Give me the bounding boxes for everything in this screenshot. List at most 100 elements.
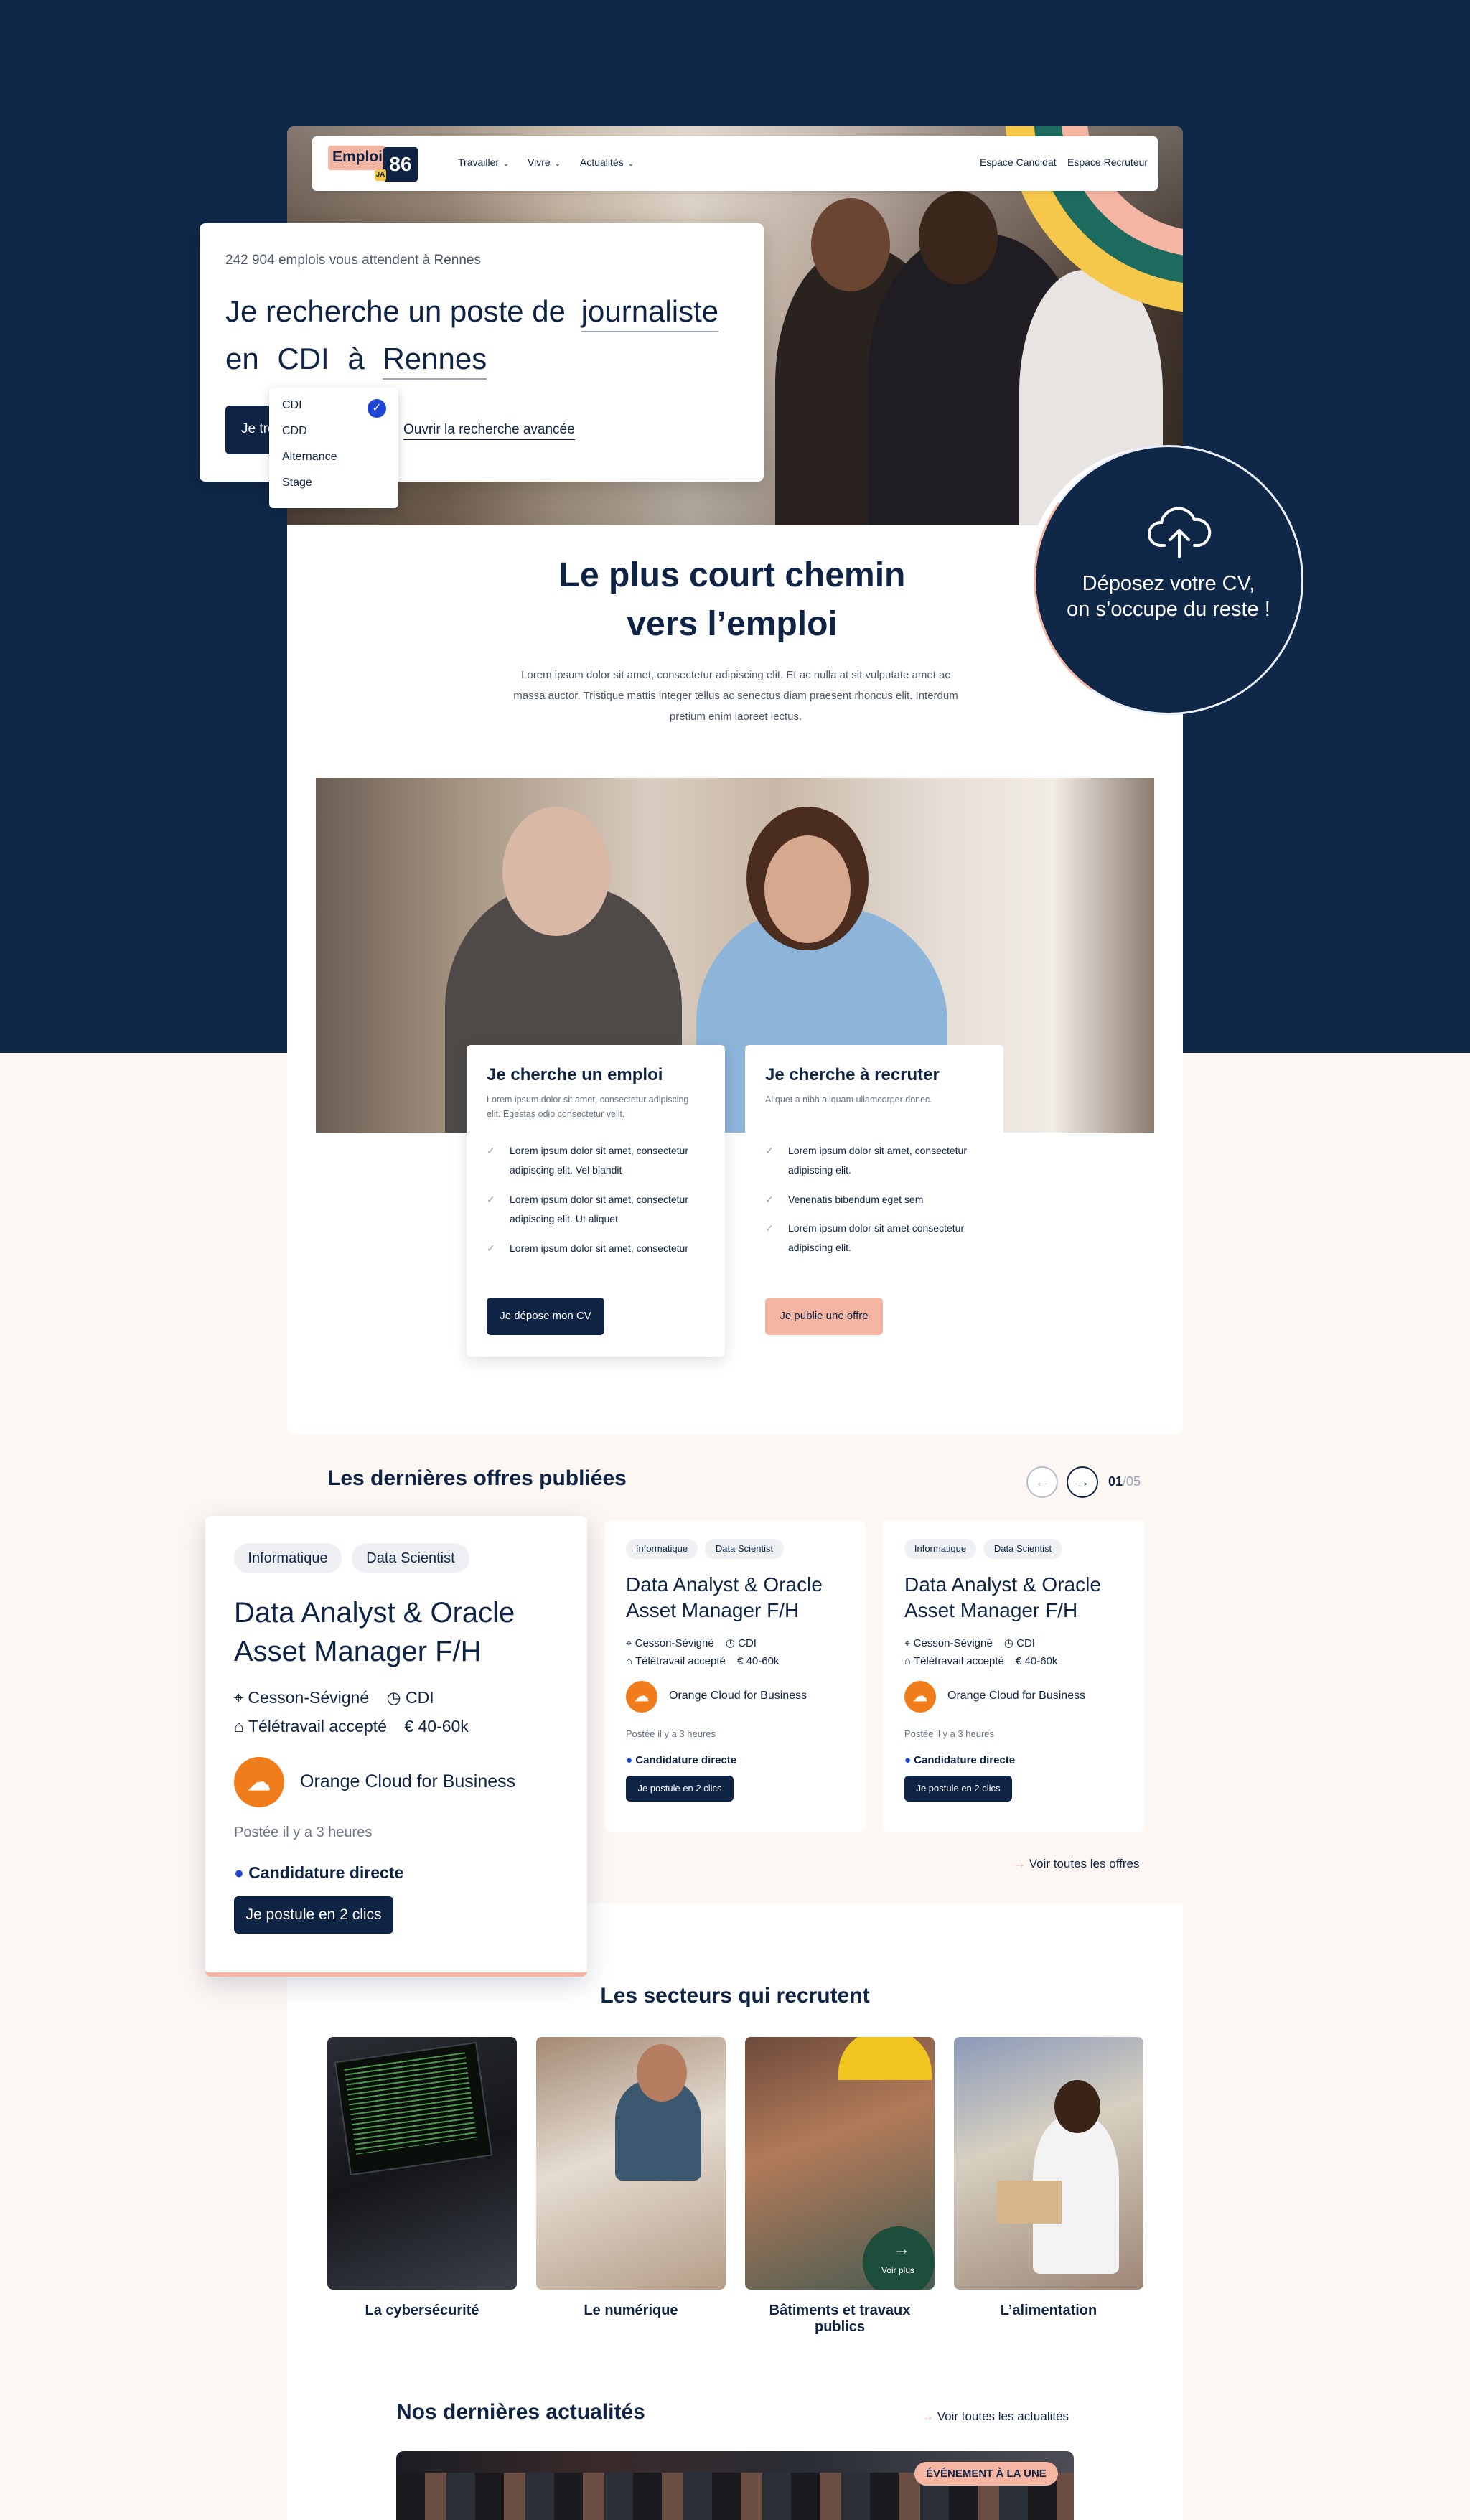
contract-select[interactable]: CDI: [277, 342, 329, 375]
logo-badge: JA: [375, 169, 386, 181]
company-logo: ☁: [904, 1681, 936, 1713]
offers-section-title: Les dernières offres publiées: [327, 1466, 627, 1490]
chevron-down-icon: ⌄: [503, 160, 510, 168]
search-sentence-line1: Je recherche un poste de journaliste: [225, 294, 719, 332]
see-all-offers-link[interactable]: → Voir toutes les offres: [1013, 1857, 1139, 1871]
carousel-next-button[interactable]: →: [1067, 1466, 1098, 1498]
tag-pill[interactable]: Data Scientist: [705, 1539, 784, 1559]
check-icon: ✓: [765, 1222, 774, 1234]
job-card-featured[interactable]: Informatique Data Scientist Data Analyst…: [205, 1516, 587, 1977]
apply-type: ● Candidature directe: [626, 1754, 737, 1766]
company-logo: ☁: [626, 1681, 657, 1713]
arrow-right-icon: →: [893, 2239, 910, 2259]
arrow-right-icon: →: [922, 2409, 934, 2423]
nav-espace-candidat[interactable]: Espace Candidat: [980, 156, 1057, 168]
intro-paragraph: Lorem ipsum dolor sit amet, consectetur …: [513, 669, 958, 723]
clock-icon: ◷: [725, 1637, 735, 1649]
job-count: 242 904 emplois vous attendent à Rennes: [225, 253, 481, 268]
job-title[interactable]: Data Analyst & Oracle Asset Manager F/H: [626, 1572, 823, 1624]
check-icon: ✓: [765, 1145, 774, 1156]
apply-button[interactable]: Je postule en 2 clics: [234, 1896, 393, 1934]
location-pin-icon: ⌖: [904, 1637, 911, 1649]
caregiver-photo: [316, 778, 1154, 1133]
bullet-dot-icon: ●: [904, 1754, 912, 1766]
recruiter-card: Je cherche à recruter Aliquet a nibh ali…: [745, 1045, 1003, 1357]
arrow-right-icon: →: [1075, 1474, 1090, 1490]
dropdown-option-stage[interactable]: Stage: [282, 477, 312, 490]
apply-button[interactable]: Je postule en 2 clics: [904, 1776, 1012, 1802]
job-meta: ⌖ Cesson-Sévigné ◷ CDI: [626, 1637, 757, 1649]
sector-card-food[interactable]: [954, 2037, 1143, 2290]
list-item: ✓ Lorem ipsum dolor sit amet, consectetur: [487, 1239, 709, 1258]
check-icon: ✓: [487, 1194, 495, 1205]
sector-label[interactable]: L’alimentation: [954, 2303, 1143, 2319]
arrow-right-icon: →: [1013, 1857, 1026, 1870]
check-icon: ✓: [765, 1194, 774, 1205]
publish-offer-button[interactable]: Je publie une offre: [765, 1298, 883, 1335]
dropdown-option-cdi[interactable]: CDI: [282, 399, 302, 412]
chevron-down-icon: ⌄: [554, 160, 561, 168]
location-pin-icon: ⌖: [234, 1688, 243, 1707]
company-name[interactable]: Orange Cloud for Business: [947, 1690, 1085, 1702]
arrow-left-icon: ←: [1035, 1474, 1049, 1490]
location-pin-icon: ⌖: [626, 1637, 632, 1649]
tag-pill[interactable]: Informatique: [234, 1543, 342, 1573]
news-section-title: Nos dernières actualités: [396, 2400, 645, 2424]
apply-type: ● Candidature directe: [234, 1863, 404, 1882]
sector-card-construction[interactable]: → Voir plus: [745, 2037, 935, 2290]
chevron-down-icon: ⌄: [627, 160, 635, 168]
job-meta: ⌂ Télétravail accepté € 40-60k: [234, 1717, 469, 1736]
clock-icon: ◷: [1003, 1637, 1013, 1649]
job-card[interactable]: Informatique Data Scientist Data Analyst…: [883, 1520, 1144, 1832]
job-title[interactable]: Data Analyst & Oracle Asset Manager F/H: [904, 1572, 1101, 1624]
dropdown-option-alternance[interactable]: Alternance: [282, 451, 337, 464]
tag-pill[interactable]: Data Scientist: [352, 1543, 469, 1573]
posted-time: Postée il y a 3 heures: [904, 1728, 995, 1739]
euro-icon: €: [1016, 1655, 1022, 1667]
carousel-pager: 01/05: [1108, 1474, 1141, 1489]
carousel-prev-button[interactable]: ←: [1026, 1466, 1058, 1498]
upload-cv-button[interactable]: Je dépose mon CV: [487, 1298, 604, 1335]
cv-upload-text: Déposez votre CV, on s’occupe du reste !: [1067, 572, 1270, 621]
city-field[interactable]: Rennes: [383, 342, 487, 380]
logo-number[interactable]: 86: [383, 147, 418, 182]
list-item: ✓ Lorem ipsum dolor sit amet, consectetur…: [487, 1190, 709, 1229]
job-meta: ⌂ Télétravail accepté € 40-60k: [904, 1655, 1058, 1667]
sector-label[interactable]: Bâtiments et travaux publics: [745, 2303, 935, 2336]
dropdown-option-cdd[interactable]: CDD: [282, 425, 307, 438]
company-logo: ☁: [234, 1757, 284, 1807]
see-all-news-link[interactable]: → Voir toutes les actualités: [922, 2409, 1069, 2424]
upload-cloud-icon: [1148, 507, 1212, 558]
list-item: ✓ Venenatis bibendum eget sem: [765, 1190, 995, 1209]
sector-label[interactable]: Le numérique: [536, 2303, 726, 2319]
bullet-dot-icon: ●: [234, 1863, 244, 1882]
job-meta: ⌂ Télétravail accepté € 40-60k: [626, 1655, 780, 1667]
nav-actualites[interactable]: Actualités ⌄: [580, 156, 634, 168]
nav-travailler[interactable]: Travailler ⌄: [458, 156, 509, 168]
job-card[interactable]: Informatique Data Scientist Data Analyst…: [604, 1520, 866, 1832]
logo[interactable]: Emploi: [328, 146, 385, 170]
check-icon: ✓: [487, 1242, 495, 1254]
company-name[interactable]: Orange Cloud for Business: [669, 1690, 807, 1702]
apply-button[interactable]: Je postule en 2 clics: [626, 1776, 734, 1802]
advanced-search-link[interactable]: Ouvrir la recherche avancée: [403, 422, 575, 440]
check-icon: ✓: [487, 1145, 495, 1156]
sector-card-digital[interactable]: [536, 2037, 726, 2290]
job-title-field[interactable]: journaliste: [581, 294, 719, 332]
tag-pill[interactable]: Informatique: [904, 1539, 976, 1559]
company-name[interactable]: Orange Cloud for Business: [300, 1771, 515, 1792]
sector-label[interactable]: La cybersécurité: [327, 2303, 517, 2319]
job-title[interactable]: Data Analyst & Oracle Asset Manager F/H: [234, 1593, 515, 1671]
search-sentence-line2: en CDI à Rennes: [225, 342, 487, 380]
home-icon: ⌂: [904, 1655, 912, 1667]
nav-espace-recruteur[interactable]: Espace Recruteur: [1067, 156, 1148, 168]
nav-vivre[interactable]: Vivre ⌄: [528, 156, 561, 168]
tag-pill[interactable]: Informatique: [626, 1539, 698, 1559]
featured-event-badge: ÉVÉNEMENT À LA UNE: [914, 2462, 1058, 2486]
sector-card-cybersecurity[interactable]: [327, 2037, 517, 2290]
sectors-section-title: Les secteurs qui recrutent: [600, 1984, 870, 2008]
euro-icon: €: [404, 1717, 414, 1736]
main-headline: Le plus court chemin vers l’emploi: [558, 556, 906, 643]
tag-pill[interactable]: Data Scientist: [983, 1539, 1062, 1559]
posted-time: Postée il y a 3 heures: [234, 1825, 373, 1840]
